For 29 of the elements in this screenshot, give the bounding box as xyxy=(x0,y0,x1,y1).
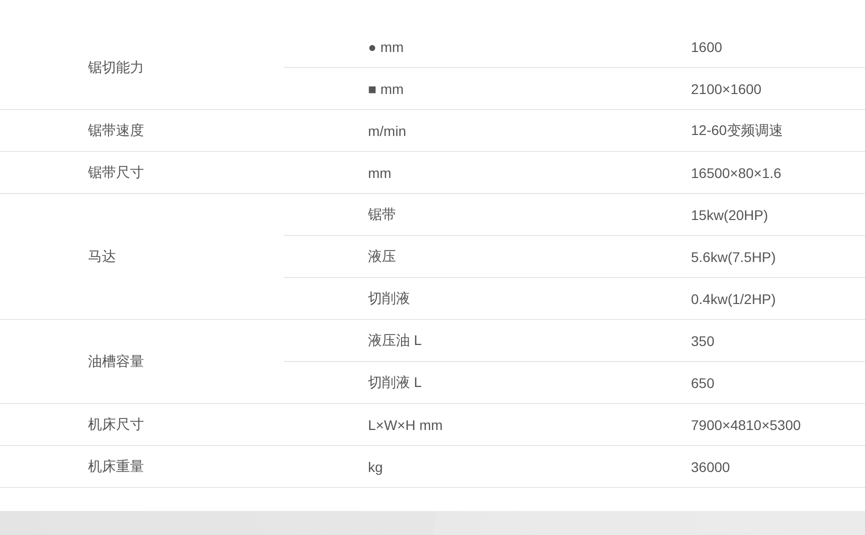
spec-value: 7900×4810×5300 xyxy=(691,416,801,432)
spec-label: 机床尺寸 xyxy=(88,416,144,432)
spec-unit: m/min xyxy=(368,122,406,138)
spec-value: 350 xyxy=(691,332,714,348)
spec-unit: 液压 xyxy=(368,248,396,264)
spec-label: 机床重量 xyxy=(88,458,144,474)
spec-label: 锯带速度 xyxy=(88,122,144,138)
spec-unit: L×W×H mm xyxy=(368,416,443,432)
spec-value: 16500×80×1.6 xyxy=(691,164,782,180)
spec-unit: 锯带 xyxy=(368,206,396,222)
spec-value: 36000 xyxy=(691,458,730,474)
spec-label: 油槽容量 xyxy=(88,352,144,368)
spec-value: 0.4kw(1/2HP) xyxy=(691,290,776,306)
spec-unit: 切削液 L xyxy=(368,374,422,390)
spec-value: 15kw(20HP) xyxy=(691,206,768,222)
spec-value: 650 xyxy=(691,374,714,390)
spec-unit: ■ mm xyxy=(368,80,404,96)
spec-unit: kg xyxy=(368,458,383,474)
spec-value: 1600 xyxy=(691,38,722,54)
spec-value: 12-60变频调速 xyxy=(691,122,783,138)
spec-unit: 切削液 xyxy=(368,290,410,306)
spec-unit: mm xyxy=(368,164,392,180)
spec-value: 2100×1600 xyxy=(691,80,762,96)
spec-value: 5.6kw(7.5HP) xyxy=(691,248,776,264)
spec-unit: 液压油 L xyxy=(368,332,422,348)
spec-label: 马达 xyxy=(88,248,116,264)
spec-unit: ● mm xyxy=(368,38,404,54)
spec-label: 锯切能力 xyxy=(88,58,144,74)
spec-label: 锯带尺寸 xyxy=(88,164,144,180)
